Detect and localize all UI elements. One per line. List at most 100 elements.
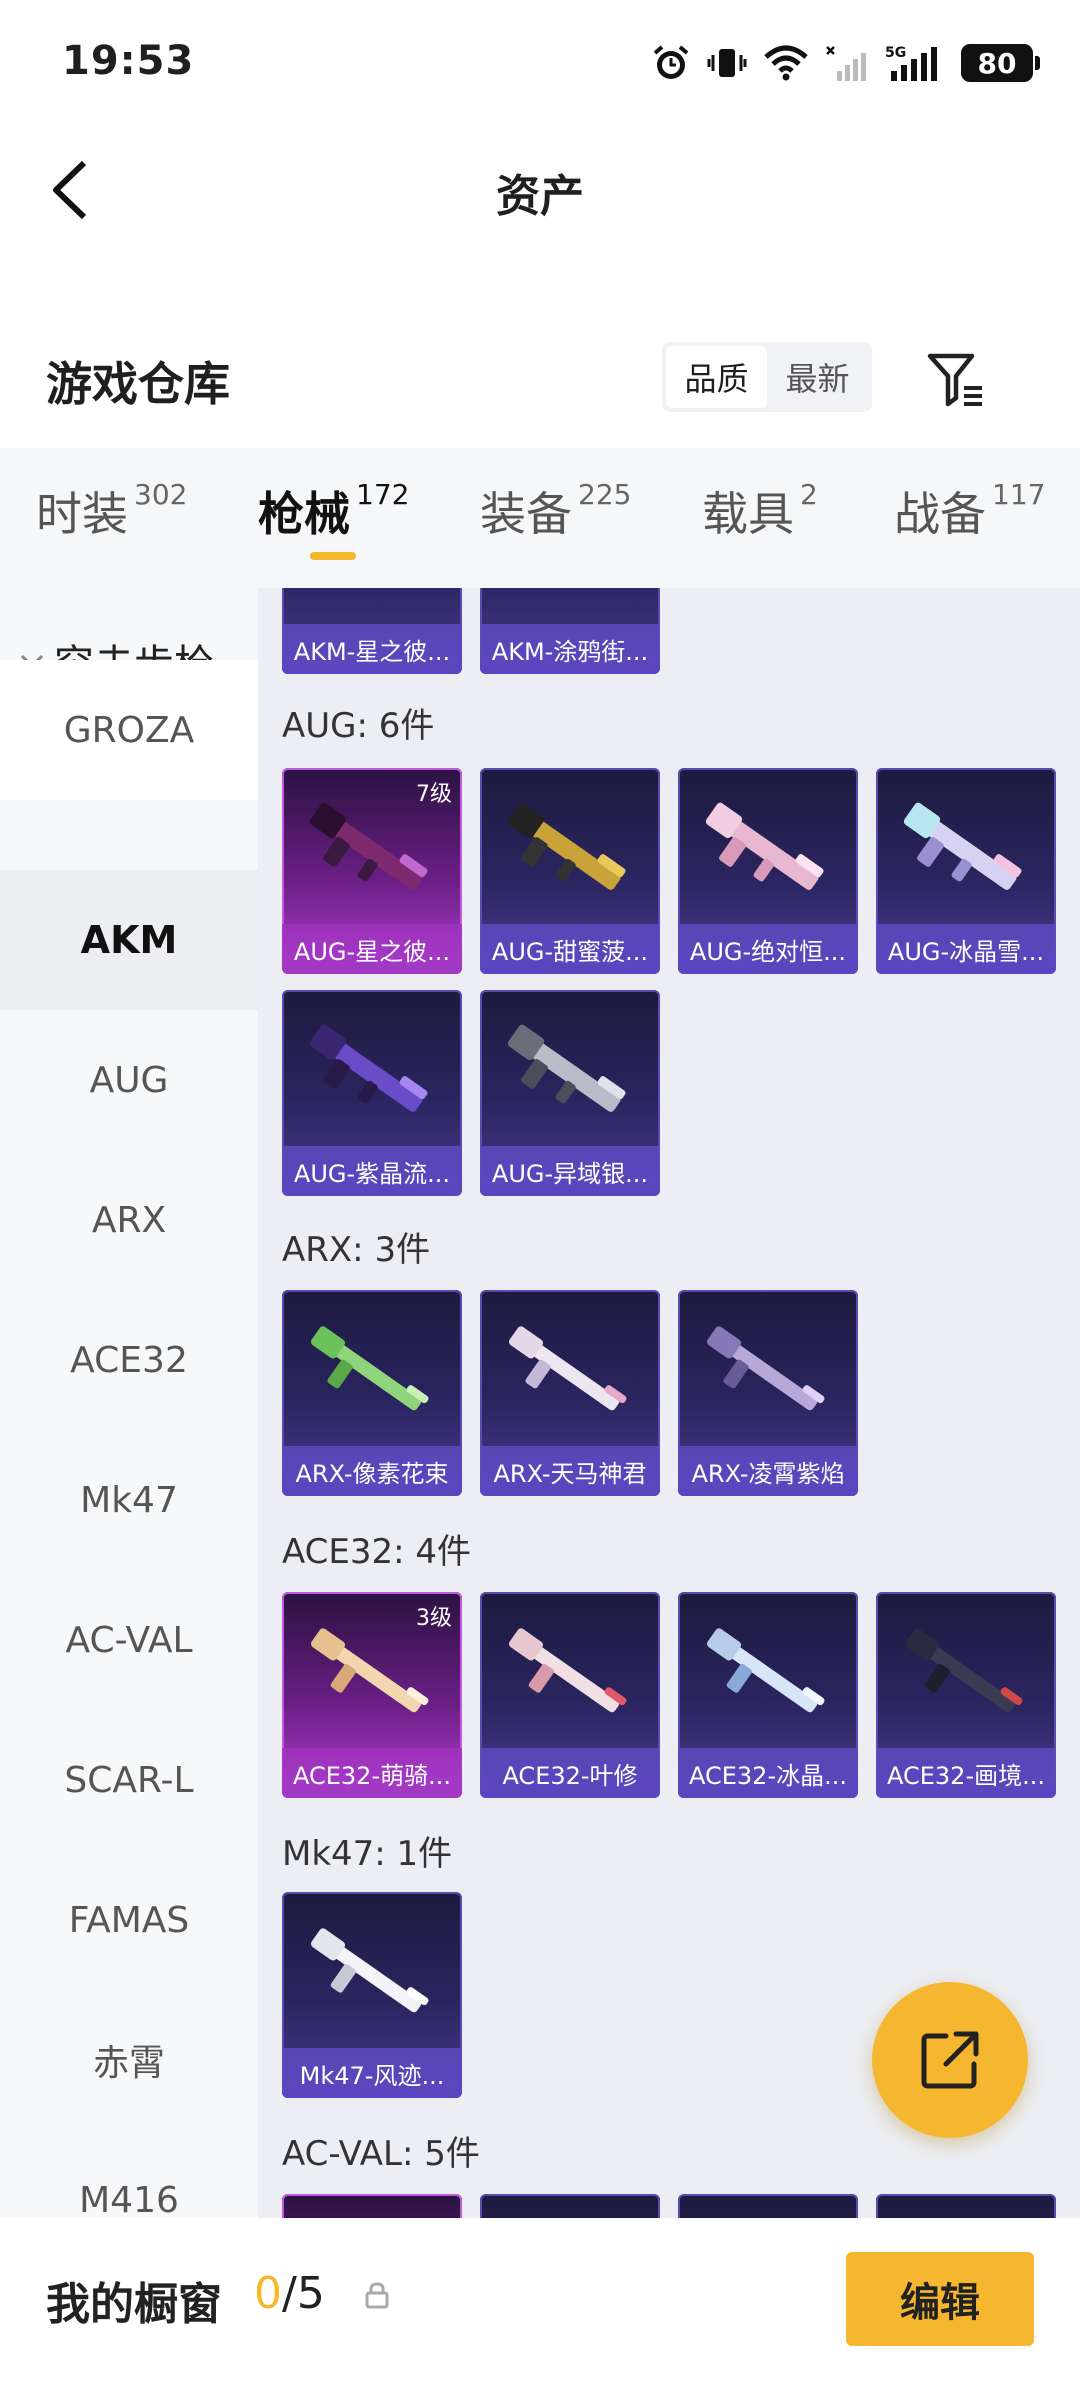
- sidebar-item-m416[interactable]: M416: [0, 2130, 258, 2219]
- sidebar-item-chixiao[interactable]: 赤霄: [0, 1990, 258, 2130]
- weapon-card-name: ARX-像素花束: [282, 1446, 462, 1496]
- page-title: 资产: [496, 171, 584, 222]
- weapon-card-name: ARX-天马神君: [480, 1446, 660, 1496]
- weapon-card-name: AKM-涂鸦街...: [480, 624, 660, 674]
- sidebar-item-acval[interactable]: AC-VAL: [0, 1570, 258, 1710]
- sidebar-item-famas[interactable]: FAMAS: [0, 1850, 258, 1990]
- weapon-card[interactable]: ARX-像素花束: [282, 1290, 462, 1496]
- share-external-icon: [921, 2031, 979, 2089]
- sidebar-item-ace32[interactable]: ACE32: [0, 1290, 258, 1430]
- rifle-skin-icon: [507, 1024, 626, 1112]
- showcase-label: 我的橱窗: [46, 2279, 222, 2330]
- share-fab[interactable]: [872, 1982, 1028, 2138]
- sidebar-item-arx[interactable]: ARX: [0, 1150, 258, 1290]
- category-tabs: 时装 302 枪械 172 装备 225 载具 2 战备 117: [0, 448, 1080, 588]
- weapon-card[interactable]: Mk47-风迹...: [282, 1892, 462, 2098]
- sidebar-item-scarl[interactable]: SCAR-L: [0, 1710, 258, 1850]
- weapon-card-name: AUG-绝对恒...: [678, 924, 858, 974]
- rifle-skin-icon: [310, 1628, 429, 1713]
- showcase-bar: 我的橱窗 0/5 编辑: [0, 2218, 1080, 2382]
- weapon-card[interactable]: [678, 2194, 858, 2218]
- sort-option-newest[interactable]: 最新: [767, 346, 868, 408]
- battery-level: 80: [961, 44, 1033, 82]
- filter-button[interactable]: [920, 344, 992, 414]
- weapon-card-name: Mk47-风迹...: [282, 2048, 462, 2098]
- weapon-card[interactable]: AKM-涂鸦街...: [480, 588, 660, 674]
- weapon-card-name: AUG-异域银...: [480, 1146, 660, 1196]
- weapon-card[interactable]: AUG-绝对恒...: [678, 768, 858, 974]
- weapon-card-name: ARX-凌霄紫焰: [678, 1446, 858, 1496]
- weapon-card-name: ACE32-冰晶...: [678, 1748, 858, 1798]
- weapon-card[interactable]: ARX-凌霄紫焰: [678, 1290, 858, 1496]
- weapon-card-name: ACE32-叶修: [480, 1748, 660, 1798]
- weapon-card-name: AUG-星之彼...: [282, 924, 462, 974]
- status-icons: 5G 80: [651, 40, 1040, 86]
- rifle-skin-icon: [706, 1628, 825, 1713]
- weapon-card[interactable]: [480, 2194, 660, 2218]
- rifle-skin-icon: [903, 802, 1022, 890]
- weapon-sidebar: 突击步枪 GROZA AKM AUG ARX ACE32 Mk47 AC-VAL…: [0, 588, 258, 2218]
- warehouse-header: 游戏仓库 品质 最新: [0, 320, 1080, 440]
- signal-off-icon: [826, 46, 866, 81]
- tab-supplies[interactable]: 战备 117: [894, 478, 1045, 544]
- rifle-skin-icon: [310, 1928, 429, 2013]
- weapon-card-name: ACE32-萌骑...: [282, 1748, 462, 1798]
- sidebar-item-groza[interactable]: GROZA: [0, 660, 258, 800]
- weapon-card-name: AKM-星之彼...: [282, 624, 462, 674]
- warehouse-title: 游戏仓库: [46, 357, 230, 411]
- weapon-card-name: AUG-冰晶雪...: [876, 924, 1056, 974]
- rifle-skin-icon: [706, 1326, 825, 1411]
- tab-vehicles[interactable]: 载具 2: [702, 478, 818, 544]
- rifle-skin-icon: [507, 802, 626, 890]
- status-bar: 19:53 5G 80: [0, 0, 1080, 120]
- svg-text:5G: 5G: [885, 45, 906, 61]
- app-header: 资产: [0, 120, 1080, 260]
- weapon-card-name: AUG-紫晶流...: [282, 1146, 462, 1196]
- weapon-card[interactable]: AUG-异域银...: [480, 990, 660, 1196]
- weapon-card-name: AUG-甜蜜菠...: [480, 924, 660, 974]
- weapon-card[interactable]: 7级 AUG-星之彼...: [282, 768, 462, 974]
- section-title-ace32: ACE32: 4件: [282, 1532, 472, 1572]
- sidebar-item-akm[interactable]: AKM: [0, 870, 258, 1010]
- section-title-acval: AC-VAL: 5件: [282, 2134, 480, 2174]
- lock-icon: [365, 2282, 389, 2309]
- sidebar-item-mk47[interactable]: Mk47: [0, 1430, 258, 1570]
- weapon-level-badge: 7级: [416, 782, 452, 807]
- rifle-skin-icon: [904, 1628, 1023, 1713]
- weapon-grid: AKM-星之彼... AKM-涂鸦街... AUG: 6件 7级 AUG-星之彼…: [258, 588, 1080, 2218]
- weapon-card[interactable]: [282, 2194, 462, 2218]
- sidebar-item-aug[interactable]: AUG: [0, 1010, 258, 1150]
- weapon-card[interactable]: AUG-紫晶流...: [282, 990, 462, 1196]
- active-tab-indicator: [310, 552, 356, 560]
- weapon-card[interactable]: AKM-星之彼...: [282, 588, 462, 674]
- section-title-mk47: Mk47: 1件: [282, 1834, 453, 1874]
- rifle-skin-icon: [508, 1628, 627, 1713]
- section-title-arx: ARX: 3件: [282, 1230, 431, 1270]
- edit-button[interactable]: 编辑: [846, 2252, 1034, 2346]
- tab-weapons[interactable]: 枪械 172: [258, 478, 409, 544]
- weapon-card[interactable]: ACE32-叶修: [480, 1592, 660, 1798]
- weapon-card-name: ACE32-画境...: [876, 1748, 1056, 1798]
- vibrate-icon: [707, 49, 747, 77]
- weapon-card[interactable]: [876, 2194, 1056, 2218]
- sort-toggle: 品质 最新: [662, 342, 872, 412]
- weapon-card[interactable]: 3级 ACE32-萌骑...: [282, 1592, 462, 1798]
- alarm-icon: [653, 45, 689, 79]
- weapon-level-badge: 3级: [416, 1606, 452, 1631]
- weapon-card[interactable]: ARX-天马神君: [480, 1290, 660, 1496]
- sort-option-quality[interactable]: 品质: [666, 346, 767, 408]
- weapon-card[interactable]: ACE32-冰晶...: [678, 1592, 858, 1798]
- tab-equipment[interactable]: 装备 225: [480, 478, 631, 544]
- rifle-skin-icon: [309, 802, 428, 890]
- section-title-aug: AUG: 6件: [282, 706, 435, 746]
- filter-icon: [927, 353, 982, 407]
- signal-5g-icon: 5G: [885, 45, 937, 81]
- showcase-count: 0/5: [254, 2268, 325, 2319]
- weapon-card[interactable]: ACE32-画境...: [876, 1592, 1056, 1798]
- weapon-card[interactable]: AUG-甜蜜菠...: [480, 768, 660, 974]
- status-time: 19:53: [62, 38, 195, 84]
- rifle-skin-icon: [310, 1326, 429, 1411]
- rifle-skin-icon: [705, 802, 824, 890]
- tab-fashion[interactable]: 时装 302: [36, 478, 187, 544]
- weapon-card[interactable]: AUG-冰晶雪...: [876, 768, 1056, 974]
